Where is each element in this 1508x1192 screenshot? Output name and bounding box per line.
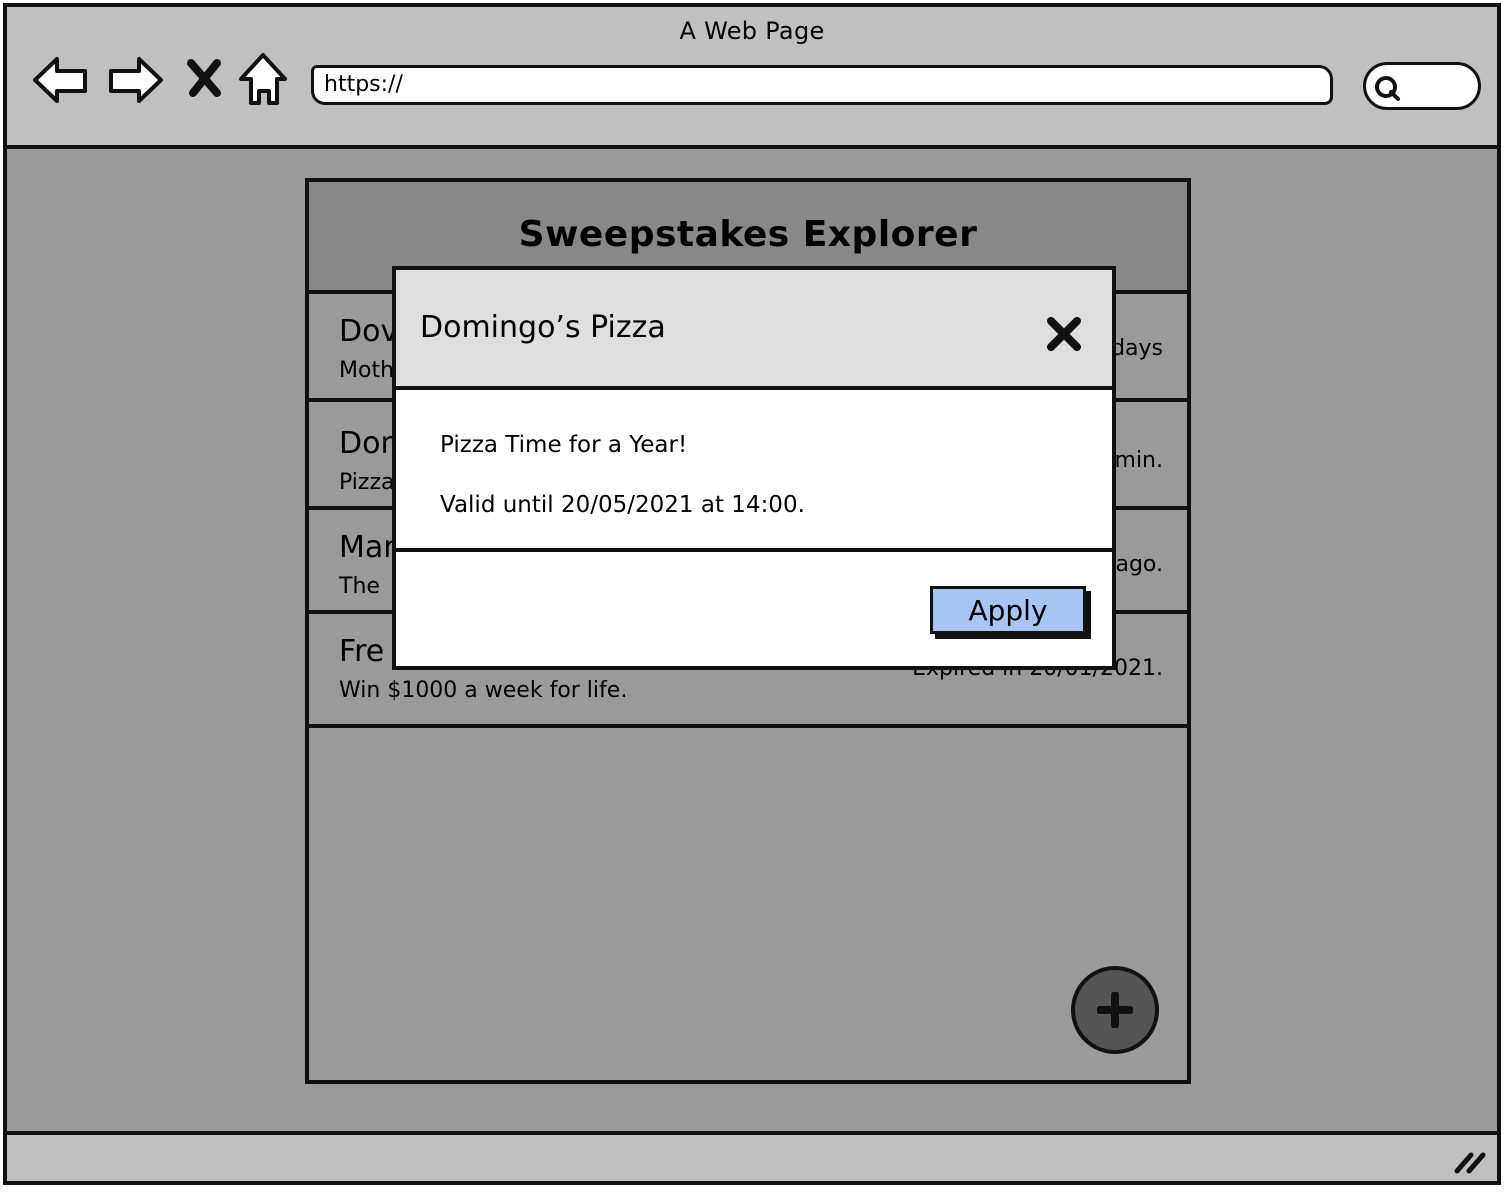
browser-toolbar: A Web Page https://	[7, 7, 1497, 149]
list-item-title: Dov	[339, 314, 399, 349]
stop-button[interactable]	[183, 47, 227, 113]
list-item-status: days	[1111, 336, 1163, 361]
validity-text: Valid until 20/05/2021 at 14:00.	[440, 492, 805, 518]
forward-button[interactable]	[105, 47, 165, 113]
dialog-header: Domingo’s Pizza	[396, 270, 1112, 390]
list-item-subtitle: Pizza	[339, 470, 395, 495]
list-item-title: Fre	[339, 634, 385, 669]
sweepstake-detail-dialog: Domingo’s Pizza Pizza Time for a Year! V…	[392, 266, 1116, 670]
prize-description: Pizza Time for a Year!	[440, 432, 688, 458]
plus-icon	[1097, 992, 1133, 1028]
app-title: Sweepstakes Explorer	[518, 214, 978, 255]
list-item-subtitle: Win $1000 a week for life.	[339, 678, 628, 703]
add-sweepstake-button[interactable]	[1071, 966, 1159, 1054]
close-icon	[1047, 317, 1081, 351]
search-icon	[1375, 76, 1400, 101]
list-item-subtitle: The	[339, 574, 380, 599]
window-title: A Web Page	[679, 17, 825, 45]
dialog-close-button[interactable]	[1046, 316, 1082, 352]
forward-arrow-icon	[109, 57, 163, 103]
search-box[interactable]	[1363, 62, 1481, 110]
url-text: https://	[324, 72, 403, 97]
close-icon	[187, 59, 221, 97]
apply-button[interactable]: Apply	[930, 586, 1086, 634]
list-item-status: min.	[1114, 448, 1163, 473]
list-item-title: Don	[339, 426, 400, 461]
resize-grip-icon[interactable]	[1451, 1145, 1487, 1175]
dialog-body: Pizza Time for a Year! Valid until 20/05…	[396, 390, 1112, 552]
back-button[interactable]	[31, 47, 91, 113]
back-arrow-icon	[33, 57, 87, 103]
list-item-subtitle: Moth	[339, 358, 395, 383]
home-button[interactable]	[235, 47, 295, 113]
list-item-title: Mar	[339, 530, 396, 565]
home-icon	[239, 53, 287, 105]
list-item-status: ago.	[1115, 552, 1163, 577]
url-bar[interactable]: https://	[311, 65, 1333, 105]
status-bar	[7, 1131, 1497, 1181]
dialog-title: Domingo’s Pizza	[420, 310, 666, 345]
